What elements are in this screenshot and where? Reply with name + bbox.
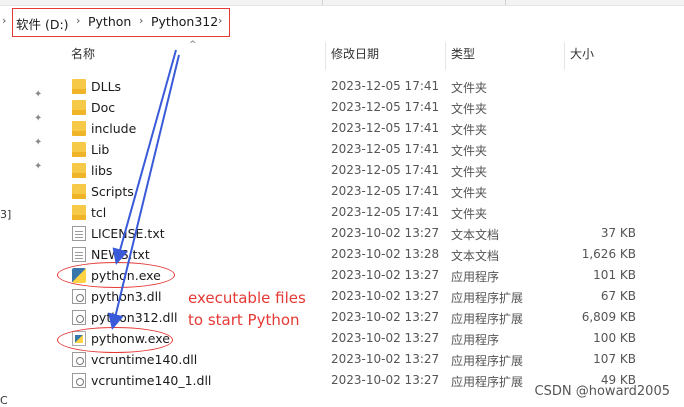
arrow-to-python-exe	[112, 49, 177, 265]
annotation-line-1: executable files	[188, 289, 306, 307]
annotation-line-2: to start Python	[188, 311, 300, 329]
arrow-to-pythonw-exe	[108, 54, 180, 330]
annotation-arrows	[108, 49, 180, 330]
watermark: CSDN @howard2005	[534, 384, 670, 399]
